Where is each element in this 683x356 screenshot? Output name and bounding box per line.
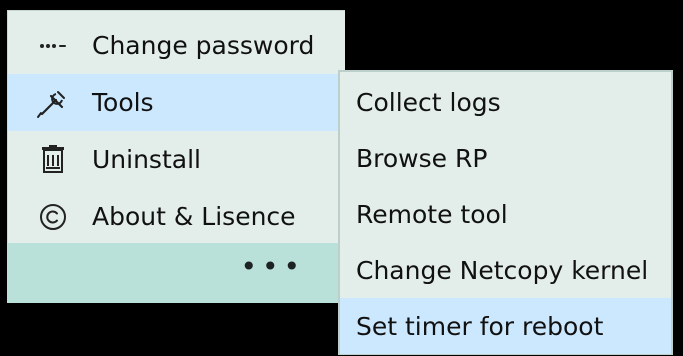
menu-item-change-password[interactable]: Change password [8,17,345,74]
screen: Change password Tools Uninstall About & … [0,0,683,356]
more-options-button[interactable]: ••• [240,253,305,281]
menu-item-tools[interactable]: Tools [8,74,345,131]
copyright-icon [33,197,73,237]
submenu-item-change-netcopy-kernel[interactable]: Change Netcopy kernel [340,242,671,298]
submenu-item-collect-logs[interactable]: Collect logs [340,74,671,130]
main-menu: Change password Tools Uninstall About & … [7,10,345,243]
menu-item-label: Tools [92,88,154,117]
submenu-item-remote-tool[interactable]: Remote tool [340,186,671,242]
submenu-item-browse-rp[interactable]: Browse RP [340,130,671,186]
password-icon [33,26,73,66]
menu-item-uninstall[interactable]: Uninstall [8,131,345,188]
menu-item-label: Uninstall [92,145,201,174]
trash-icon [33,140,73,180]
menu-item-label: About & Lisence [92,202,296,231]
submenu-item-set-timer-for-reboot[interactable]: Set timer for reboot [340,298,671,354]
menu-item-about[interactable]: About & Lisence [8,188,345,245]
menu-item-label: Change password [92,31,315,60]
menu-footer: ••• [7,243,345,303]
tools-submenu: Collect logs Browse RP Remote tool Chang… [338,70,673,355]
tools-icon [33,83,73,123]
